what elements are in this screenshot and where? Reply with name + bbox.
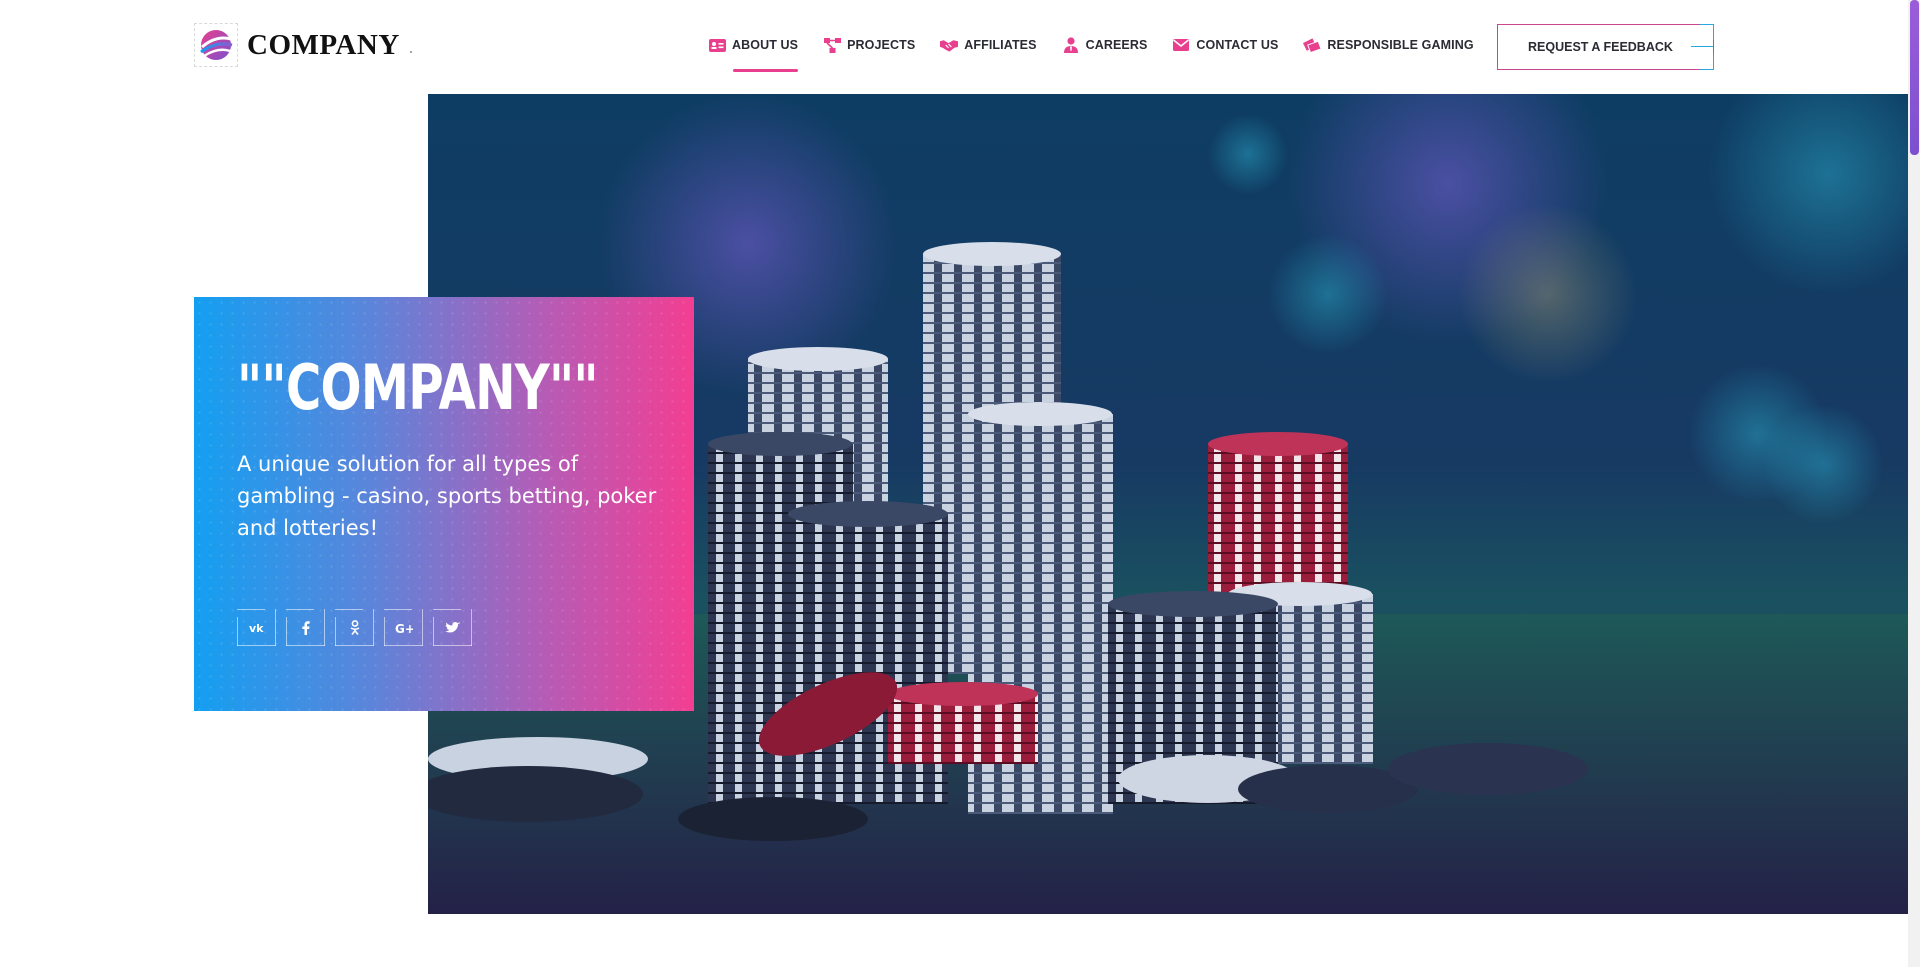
company-globe-logo-icon <box>194 23 238 67</box>
nav-item-about-us[interactable]: ABOUT US <box>708 38 799 72</box>
id-card-icon <box>708 38 726 52</box>
facebook-link[interactable] <box>286 609 325 646</box>
vk-link[interactable]: vk <box>237 609 276 646</box>
site-header: COMPANY ABOUT US PROJECTS AFFILIATES CAR… <box>0 0 1908 94</box>
page-scrollbar[interactable] <box>1908 0 1920 967</box>
envelope-icon <box>1172 38 1190 52</box>
odnoklassniki-icon <box>350 620 359 635</box>
request-feedback-button[interactable]: REQUEST A FEEDBACK <box>1497 24 1714 70</box>
logo[interactable]: COMPANY <box>194 23 412 67</box>
tickets-icon <box>1303 37 1322 53</box>
cta-corner-decoration <box>1700 24 1714 40</box>
nav-label: RESPONSIBLE GAMING <box>1327 38 1474 52</box>
nav-item-affiliates[interactable]: AFFILIATES <box>940 38 1036 52</box>
google-plus-icon: G+ <box>395 622 413 634</box>
nav-label: PROJECTS <box>847 38 916 52</box>
main-nav: ABOUT US PROJECTS AFFILIATES CAREERS CON… <box>708 37 1499 72</box>
request-feedback-label: REQUEST A FEEDBACK <box>1528 40 1673 54</box>
social-links: vk G+ <box>237 609 482 646</box>
nav-item-responsible-gaming[interactable]: RESPONSIBLE GAMING <box>1303 37 1474 53</box>
nav-label: AFFILIATES <box>964 38 1037 52</box>
cta-corner-decoration <box>1700 54 1714 70</box>
twitter-icon <box>445 621 460 632</box>
nav-label: CONTACT US <box>1196 38 1279 52</box>
hero-title: ""COMPANY"" <box>237 351 599 424</box>
nav-item-contact-us[interactable]: CONTACT US <box>1172 38 1278 52</box>
vk-icon: vk <box>249 623 264 633</box>
facebook-icon <box>301 620 310 635</box>
cta-line-decoration <box>1691 46 1713 47</box>
nav-label: CAREERS <box>1085 38 1148 52</box>
handshake-icon <box>940 38 959 52</box>
nav-label: ABOUT US <box>732 38 799 52</box>
brand-name: COMPANY <box>247 28 400 61</box>
scrollbar-thumb[interactable] <box>1910 0 1919 155</box>
hero-card: ""COMPANY"" A unique solution for all ty… <box>194 297 694 711</box>
nav-item-careers[interactable]: CAREERS <box>1062 37 1148 53</box>
user-tie-icon <box>1062 37 1080 53</box>
hero-subtitle: A unique solution for all types of gambl… <box>237 452 657 540</box>
svg-text:G+: G+ <box>395 622 413 634</box>
nav-item-projects[interactable]: PROJECTS <box>823 37 916 53</box>
google-plus-link[interactable]: G+ <box>384 609 423 646</box>
odnoklassniki-link[interactable] <box>335 609 374 646</box>
logo-dot <box>409 51 412 53</box>
sitemap-icon <box>823 37 841 53</box>
twitter-link[interactable] <box>433 609 472 646</box>
svg-text:vk: vk <box>249 623 264 633</box>
